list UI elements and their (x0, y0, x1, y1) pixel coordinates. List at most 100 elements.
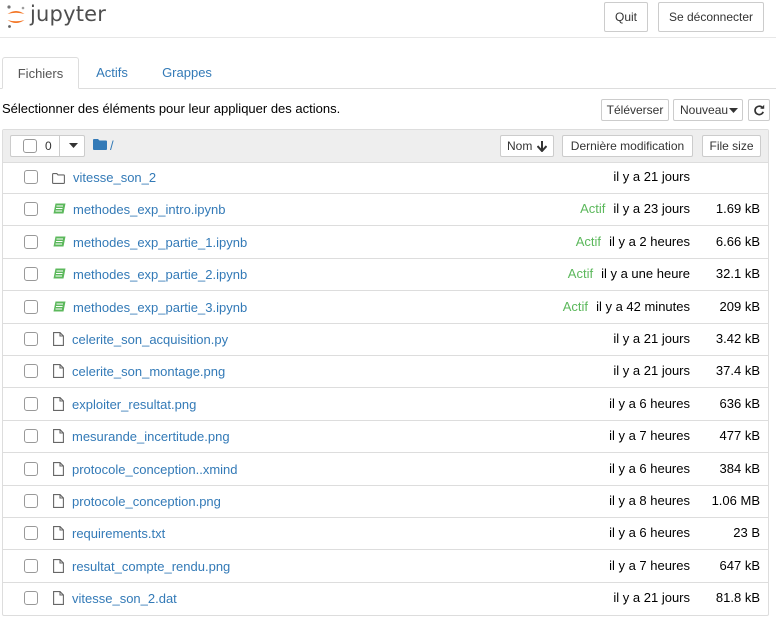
modified-time: il y a 6 heures (609, 460, 690, 476)
file-size: 32.1 kB (715, 266, 760, 282)
row-checkbox[interactable] (24, 558, 38, 573)
file-name-link[interactable]: protocole_conception.png (72, 494, 221, 509)
table-row[interactable]: celerite_son_montage.png il y a 21 jours 3… (3, 356, 768, 389)
modified-time: il y a 6 heures (609, 395, 690, 411)
sort-by-modified-button[interactable]: Dernière modification (562, 135, 693, 157)
file-size: 81.8 kB (715, 590, 760, 606)
notebook-icon (53, 268, 66, 283)
logo-text: jupyter (30, 2, 107, 26)
running-status: Actif (580, 201, 606, 217)
table-row[interactable]: requirements.txt il y a 6 heures 23 B (3, 518, 768, 551)
running-status: Actif (575, 233, 602, 249)
notebook-icon (53, 236, 66, 251)
table-row[interactable]: protocole_conception..xmind il y a 6 heur… (3, 454, 768, 486)
file-name-link[interactable]: exploiter_resultat.png (72, 397, 196, 412)
file-size: 647 kB (719, 557, 760, 573)
selected-count: 0 (45, 139, 52, 153)
running-status: Actif (562, 298, 589, 314)
table-row[interactable]: methodes_exp_partie_2.ipynb Actif il y a u… (3, 259, 768, 292)
file-name-link[interactable]: vitesse_son_2 (73, 170, 156, 185)
file-size: 6.66 kB (715, 233, 760, 249)
file-name-link[interactable]: methodes_exp_partie_2.ipynb (73, 267, 247, 282)
file-name-link[interactable]: methodes_exp_partie_1.ipynb (73, 235, 247, 250)
table-row[interactable]: protocole_conception.png il y a 8 heures 1… (3, 486, 768, 518)
select-all-checkbox[interactable] (23, 139, 37, 153)
table-row[interactable]: methodes_exp_intro.ipynb Actif il y a 23 j… (3, 194, 768, 227)
breadcrumb-root[interactable]: / (110, 138, 114, 153)
table-row[interactable]: methodes_exp_partie_1.ipynb Actif il y a 2… (3, 227, 768, 259)
modified-time: il y a 23 jours (613, 201, 690, 217)
table-row[interactable]: methodes_exp_partie_3.ipynb Actif il y a 4… (3, 292, 768, 324)
file-icon (53, 494, 64, 511)
row-checkbox[interactable] (24, 429, 38, 444)
modified-time: il y a 7 heures (609, 428, 690, 444)
notebook-icon (53, 203, 66, 218)
tab-files[interactable]: Fichiers (2, 57, 79, 89)
row-checkbox[interactable] (24, 332, 38, 346)
folder-icon (52, 172, 65, 187)
table-row[interactable]: vitesse_son_2.dat il y a 21 jours 81.8 kB (3, 583, 768, 615)
logout-button[interactable]: Se déconnecter (658, 2, 764, 32)
upload-button[interactable]: Téléverser (601, 99, 669, 121)
selection-hint: Sélectionner des éléments pour leur appl… (2, 101, 341, 116)
row-checkbox[interactable] (24, 591, 38, 606)
file-name-link[interactable]: protocole_conception..xmind (72, 462, 238, 477)
file-name-link[interactable]: mesurande_incertitude.png (72, 429, 230, 444)
divider (59, 136, 60, 156)
modified-time: il y a 21 jours (613, 169, 690, 184)
select-all-group[interactable]: 0 (10, 135, 85, 157)
running-status: Actif (567, 266, 594, 282)
file-name-link[interactable]: methodes_exp_partie_3.ipynb (73, 300, 247, 315)
new-dropdown-button[interactable]: Nouveau (673, 99, 743, 121)
row-checkbox[interactable] (24, 234, 38, 249)
file-size: 209 kB (719, 298, 760, 314)
file-name-link[interactable]: methodes_exp_intro.ipynb (73, 202, 226, 217)
caret-down-icon (729, 108, 738, 113)
table-row[interactable]: mesurande_incertitude.png il y a 7 heures… (3, 421, 768, 454)
file-name-link[interactable]: requirements.txt (72, 526, 165, 541)
table-row[interactable]: celerite_son_acquisition.py il y a 21 jou… (3, 324, 768, 356)
sort-by-name-button[interactable]: Nom (500, 135, 554, 157)
file-name-link[interactable]: resultat_compte_rendu.png (72, 559, 230, 574)
file-name-link[interactable]: vitesse_son_2.dat (72, 591, 177, 606)
modified-time: il y a 21 jours (613, 331, 690, 346)
row-checkbox[interactable] (24, 267, 38, 282)
modified-time: il y a 2 heures (609, 233, 690, 249)
file-name-link[interactable]: celerite_son_montage.png (72, 364, 225, 379)
modified-time: il y a 42 minutes (596, 298, 690, 314)
table-row[interactable]: vitesse_son_2 il y a 21 jours (3, 162, 768, 194)
file-name-link[interactable]: celerite_son_acquisition.py (72, 332, 228, 347)
tab-clusters[interactable]: Grappes (150, 57, 224, 88)
row-checkbox[interactable] (24, 299, 38, 314)
row-checkbox[interactable] (24, 526, 38, 541)
file-icon (53, 558, 64, 576)
jupyter-logo-icon (7, 5, 25, 28)
jupyter-logo[interactable]: jupyter (5, 2, 107, 31)
tab-bar: Fichiers Actifs Grappes (0, 57, 776, 89)
caret-down-icon[interactable] (69, 143, 78, 149)
row-checkbox[interactable] (24, 170, 38, 184)
file-list-header: 0 / Nom Dernière modification File size (3, 130, 768, 163)
quit-button[interactable]: Quit (604, 2, 648, 32)
row-checkbox[interactable] (24, 494, 38, 508)
row-checkbox[interactable] (24, 396, 38, 411)
file-size: 1.69 kB (715, 201, 760, 217)
tab-running[interactable]: Actifs (84, 57, 140, 88)
notebook-icon (53, 301, 66, 316)
modified-time: il y a 21 jours (613, 590, 690, 606)
row-checkbox[interactable] (24, 461, 38, 476)
file-icon (53, 526, 64, 543)
file-icon (53, 396, 64, 414)
table-row[interactable]: resultat_compte_rendu.png il y a 7 heures… (3, 551, 768, 583)
modified-time: il y a une heure (601, 266, 690, 282)
file-icon (53, 429, 64, 446)
file-size: 636 kB (719, 395, 760, 411)
arrow-down-icon (537, 141, 547, 152)
row-checkbox[interactable] (24, 202, 38, 217)
table-row[interactable]: exploiter_resultat.png il y a 6 heures 636… (3, 389, 768, 421)
folder-icon[interactable] (93, 139, 107, 150)
sort-by-size-button[interactable]: File size (702, 135, 761, 157)
row-checkbox[interactable] (24, 364, 38, 379)
refresh-button[interactable] (748, 99, 770, 121)
sort-name-label: Nom (507, 139, 533, 153)
